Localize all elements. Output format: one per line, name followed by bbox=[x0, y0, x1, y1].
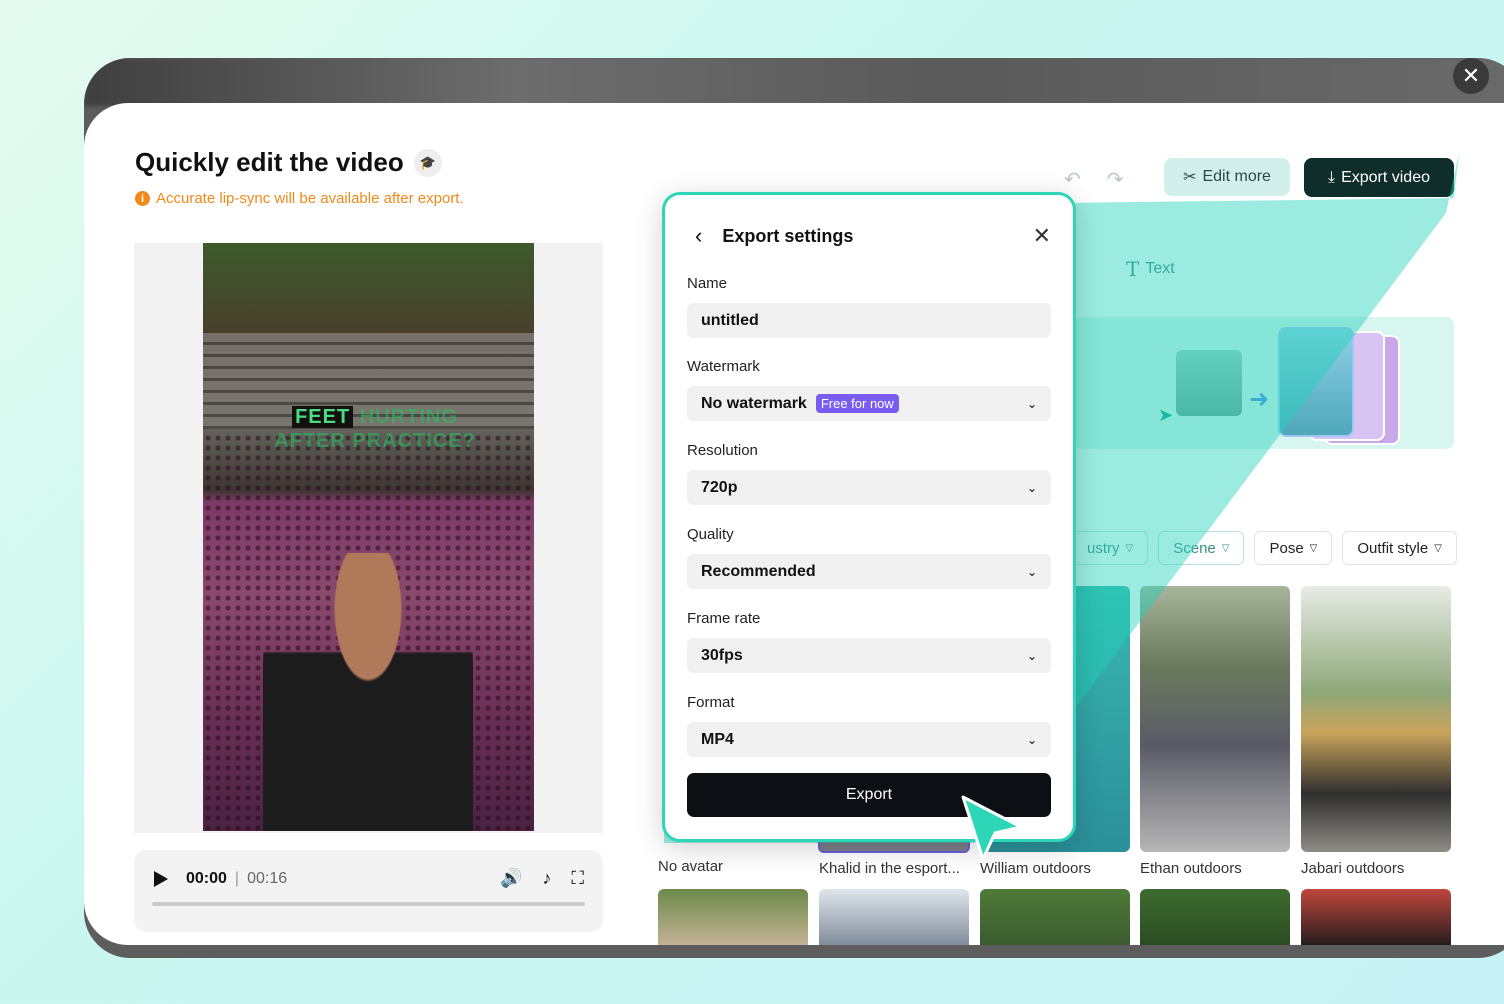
text-icon: T bbox=[1126, 257, 1140, 281]
total-time: 00:16 bbox=[247, 869, 288, 887]
chevron-down-icon: ⌄ bbox=[1026, 648, 1037, 663]
format-select[interactable]: MP4 ⌄ bbox=[687, 722, 1051, 757]
framerate-select[interactable]: 30fps ⌄ bbox=[687, 638, 1051, 673]
lip-sync-warning: i Accurate lip-sync will be available af… bbox=[135, 190, 464, 207]
free-badge: Free for now bbox=[815, 394, 899, 413]
progress-bar[interactable] bbox=[152, 902, 585, 906]
fullscreen-icon[interactable]: ⛶ bbox=[571, 868, 584, 889]
scissors-icon: ✂ bbox=[1183, 169, 1197, 186]
filter-pose[interactable]: Pose ▽ bbox=[1254, 531, 1333, 565]
watermark-select[interactable]: No watermark Free for now ⌄ bbox=[687, 386, 1051, 421]
tab-text[interactable]: T Text bbox=[1126, 257, 1175, 281]
chevron-down-icon: ▽ bbox=[1309, 542, 1318, 554]
download-icon: ⤓ bbox=[1327, 168, 1336, 186]
avatar-card[interactable] bbox=[1140, 889, 1290, 945]
avatar-label: Ethan outdoors bbox=[1140, 860, 1242, 877]
avatar-card-ethan[interactable] bbox=[1140, 586, 1290, 852]
blurred-top-bar bbox=[84, 58, 1504, 106]
avatar-card-jabari[interactable] bbox=[1301, 586, 1451, 852]
page-title: Quickly edit the video 🎓 bbox=[135, 147, 442, 178]
chevron-down-icon: ⌄ bbox=[1026, 480, 1037, 495]
watermark-label: Watermark bbox=[687, 358, 760, 375]
chevron-down-icon: ⌄ bbox=[1026, 564, 1037, 579]
avatar-card-selected[interactable] bbox=[1278, 327, 1354, 437]
avatar-card[interactable] bbox=[1301, 889, 1451, 945]
resolution-label: Resolution bbox=[687, 442, 758, 459]
arrow-right-icon: ➜ bbox=[1249, 386, 1270, 413]
close-icon[interactable]: ✕ bbox=[1033, 223, 1051, 249]
volume-icon[interactable]: 🔊 bbox=[500, 868, 522, 889]
export-video-button[interactable]: ⤓ Export video bbox=[1304, 158, 1454, 197]
name-label: Name bbox=[687, 275, 728, 292]
player-controls: 00:00 | 00:16 🔊 ♪ ⛶ bbox=[134, 850, 603, 932]
tiktok-icon[interactable]: ♪ bbox=[542, 868, 551, 889]
time-separator: | bbox=[234, 869, 240, 887]
avatar-strip: ➤ ➜ bbox=[1074, 317, 1454, 449]
current-time: 00:00 bbox=[186, 869, 227, 887]
chevron-down-icon: ⌄ bbox=[1026, 396, 1037, 411]
undo-redo-group: ↶ ↷ bbox=[1064, 167, 1124, 192]
chevron-down-icon: ▽ bbox=[1221, 542, 1230, 554]
resolution-select[interactable]: 720p ⌄ bbox=[687, 470, 1051, 505]
avatar-card[interactable] bbox=[658, 889, 808, 945]
filter-industry[interactable]: ustry ▽ bbox=[1072, 531, 1149, 565]
edit-more-button[interactable]: ✂ Edit more bbox=[1164, 158, 1290, 196]
play-icon[interactable] bbox=[154, 870, 168, 887]
graduation-cap-icon[interactable]: 🎓 bbox=[413, 148, 442, 177]
quality-select[interactable]: Recommended ⌄ bbox=[687, 554, 1051, 589]
editor-panel: Quickly edit the video 🎓 i Accurate lip-… bbox=[84, 103, 1504, 945]
name-input[interactable]: untitled bbox=[687, 303, 1051, 338]
avatar-label: Jabari outdoors bbox=[1301, 860, 1405, 877]
cursor-icon bbox=[961, 795, 1023, 861]
avatar-label: No avatar bbox=[658, 858, 724, 875]
avatar-card[interactable] bbox=[819, 889, 969, 945]
export-settings-modal: ‹ Export settings ✕ Name untitled Waterm… bbox=[662, 192, 1076, 842]
chevron-down-icon: ▽ bbox=[1125, 542, 1134, 554]
filter-outfit-style[interactable]: Outfit style ▽ bbox=[1342, 531, 1457, 565]
chevron-down-icon: ⌄ bbox=[1026, 732, 1037, 747]
chevron-down-icon: ▽ bbox=[1434, 542, 1442, 554]
close-icon[interactable]: ✕ bbox=[1453, 58, 1489, 94]
modal-title: Export settings bbox=[722, 225, 854, 246]
framerate-label: Frame rate bbox=[687, 610, 761, 627]
avatar-label: Khalid in the esport... bbox=[819, 860, 960, 877]
avatar-thumbnail[interactable] bbox=[1176, 350, 1242, 416]
format-label: Format bbox=[687, 694, 735, 711]
pointer-icon: ➤ bbox=[1158, 405, 1174, 425]
info-icon: i bbox=[135, 191, 150, 206]
video-preview-area: FEET HURTING AFTER PRACTICE? bbox=[134, 243, 603, 833]
filter-scene[interactable]: Scene ▽ bbox=[1158, 531, 1245, 565]
video-frame[interactable]: FEET HURTING AFTER PRACTICE? bbox=[203, 243, 534, 831]
presenter-figure bbox=[263, 553, 473, 831]
avatar-card[interactable] bbox=[980, 889, 1130, 945]
bottom-background bbox=[84, 945, 1504, 1004]
video-caption: FEET HURTING AFTER PRACTICE? bbox=[274, 406, 476, 452]
undo-icon[interactable]: ↶ bbox=[1064, 167, 1081, 192]
quality-label: Quality bbox=[687, 526, 734, 543]
redo-icon[interactable]: ↷ bbox=[1107, 167, 1124, 192]
chevron-left-icon[interactable]: ‹ bbox=[695, 223, 702, 249]
filter-bar: ustry ▽ Scene ▽ Pose ▽ Outfit style ▽ bbox=[1072, 531, 1457, 565]
